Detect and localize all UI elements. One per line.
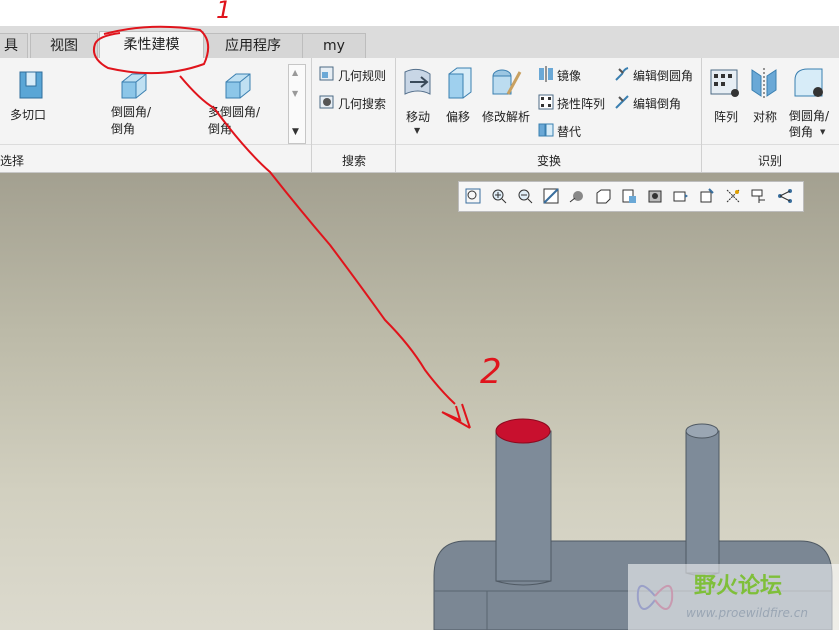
annotation-mark-2: 2 (480, 352, 502, 392)
pointer-arrow-head (441, 403, 471, 429)
watermark-url: www.proewildfire.cn (686, 606, 808, 620)
watermark: 野火论坛 www.proewildfire.cn (628, 564, 839, 630)
butterfly-logo-icon (632, 570, 678, 622)
tab-highlight-circle (92, 25, 210, 75)
watermark-title: 野火论坛 (694, 574, 783, 599)
pointer-arrow-line (179, 75, 456, 405)
annotation-overlay (92, 25, 471, 429)
annotation-mark-1: 1 (216, 0, 232, 24)
